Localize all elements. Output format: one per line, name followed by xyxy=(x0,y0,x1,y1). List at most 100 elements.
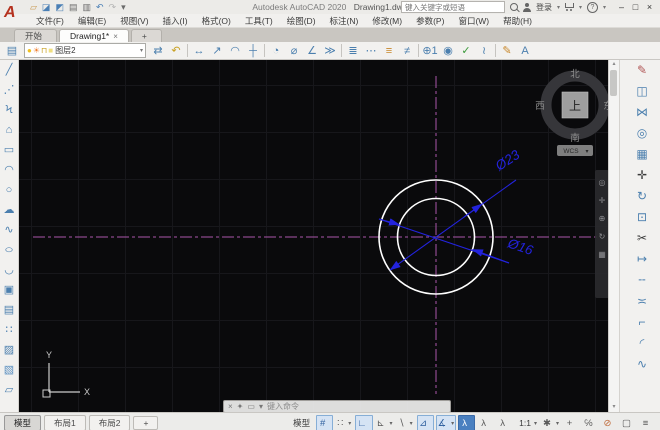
join-icon[interactable]: ≍ xyxy=(631,291,653,312)
graphics-performance-icon[interactable]: ⊘ xyxy=(601,415,618,430)
dim-linear-icon[interactable]: ↔ xyxy=(190,43,208,59)
annotation-autoscale-icon[interactable]: λ xyxy=(477,415,494,430)
redo-icon[interactable]: ↷ xyxy=(109,1,117,13)
array-icon[interactable]: ▦ xyxy=(631,144,653,165)
inspect-icon[interactable]: ✓ xyxy=(457,43,475,59)
publish-icon[interactable]: ▥ xyxy=(82,1,91,13)
plot-icon[interactable]: ▤ xyxy=(69,1,78,13)
match-layer-icon[interactable]: ⇄ xyxy=(149,43,167,59)
customize-quick-access-icon[interactable]: ▾ xyxy=(121,1,126,13)
menu-draw[interactable]: 绘图(D) xyxy=(281,15,322,27)
full-navigation-wheel-icon[interactable]: ◎ xyxy=(599,179,606,187)
canvas-scrollbar[interactable]: ▴ ▾ xyxy=(608,60,619,412)
insert-block-icon[interactable]: ▣ xyxy=(0,280,18,300)
cart-dropdown-icon[interactable]: ▾ xyxy=(579,4,582,11)
dim-angular-icon[interactable]: ∠ xyxy=(303,43,321,59)
help-search-box[interactable] xyxy=(401,1,505,13)
polyline-icon[interactable]: Ϟ xyxy=(0,100,18,120)
dim-continue-icon[interactable]: ⋯ xyxy=(362,43,380,59)
scroll-up-icon[interactable]: ▴ xyxy=(609,60,619,69)
layer-previous-icon[interactable]: ↶ xyxy=(167,43,185,59)
command-input[interactable]: 键入命令 xyxy=(267,401,299,412)
object-snap-icon[interactable]: ⊿ xyxy=(417,415,434,430)
open-icon[interactable]: ▱ xyxy=(30,1,37,13)
grid-display-icon[interactable]: # xyxy=(316,415,333,430)
menu-file[interactable]: 文件(F) xyxy=(30,15,70,27)
line-icon[interactable]: ╱ xyxy=(0,60,18,80)
command-line-close-icon[interactable]: × xyxy=(228,401,233,412)
menu-tools[interactable]: 工具(T) xyxy=(239,15,279,27)
dim-quick-icon[interactable]: ≫ xyxy=(321,43,339,59)
dim-diameter-icon[interactable]: ⌀ xyxy=(285,43,303,59)
break-icon[interactable]: ╌ xyxy=(631,270,653,291)
file-tab-close-icon[interactable]: × xyxy=(113,32,118,41)
dim-aligned-icon[interactable]: ↗ xyxy=(208,43,226,59)
dim-ordinate-icon[interactable]: ┼ xyxy=(244,43,262,59)
customization-icon[interactable]: ≡ xyxy=(639,415,656,430)
blend-curves-icon[interactable]: ∿ xyxy=(631,354,653,375)
clean-screen-icon[interactable]: ▢ xyxy=(620,415,637,430)
user-icon[interactable] xyxy=(523,3,531,12)
layout-tab-layout1[interactable]: 布局1 xyxy=(44,415,86,430)
close-button[interactable]: × xyxy=(643,1,656,13)
sign-in-button[interactable]: 登录 xyxy=(536,2,552,13)
viewcube-west-label[interactable]: 西 xyxy=(535,101,545,112)
rotate-icon[interactable]: ↻ xyxy=(631,186,653,207)
gradient-icon[interactable]: ▧ xyxy=(0,360,18,380)
arc-icon[interactable]: ◠ xyxy=(0,160,18,180)
layer-dropdown[interactable]: ●☀⊓■ 图层2 ▾ xyxy=(24,43,146,58)
annotation-visibility-icon[interactable]: λ xyxy=(458,415,475,430)
scrollbar-thumb[interactable] xyxy=(610,70,617,96)
object-snap-tracking-icon[interactable]: ∡ xyxy=(436,415,457,430)
recent-commands-icon[interactable]: ▭ xyxy=(247,401,255,412)
sign-in-dropdown-icon[interactable]: ▾ xyxy=(557,4,560,11)
viewcube-south-label[interactable]: 南 xyxy=(570,132,580,144)
drawing-canvas[interactable]: Ø23 Ø16 上 北 南 西 东 xyxy=(19,60,608,412)
viewcube[interactable]: 上 北 南 西 东 WCS ▾ xyxy=(535,69,608,156)
polygon-icon[interactable]: ⌂ xyxy=(0,120,18,140)
hatch-icon[interactable]: ▨ xyxy=(0,340,18,360)
copy-icon[interactable]: ◫ xyxy=(631,81,653,102)
center-mark-icon[interactable]: ◉ xyxy=(439,43,457,59)
orbit-icon[interactable]: ↻ xyxy=(599,233,606,241)
command-line-customize-icon[interactable]: ✦ xyxy=(237,401,244,412)
tolerance-icon[interactable]: ⊕1 xyxy=(421,43,439,59)
save-as-icon[interactable]: ◩ xyxy=(55,1,64,13)
search-icon[interactable] xyxy=(510,3,518,11)
viewcube-top-label[interactable]: 上 xyxy=(569,99,581,113)
menu-view[interactable]: 视图(V) xyxy=(114,15,154,27)
isometric-drafting-icon[interactable]: ∖ xyxy=(397,415,415,430)
snap-mode-icon[interactable]: ∷ xyxy=(335,415,353,430)
workspace-switching-icon[interactable]: ✱ xyxy=(541,415,561,430)
spline-icon[interactable]: ∿ xyxy=(0,220,18,240)
menu-insert[interactable]: 插入(I) xyxy=(157,15,194,27)
help-icon[interactable]: ? xyxy=(587,2,598,13)
file-tab-new[interactable]: + xyxy=(131,29,162,42)
layout-tab-new[interactable]: + xyxy=(133,416,158,430)
annotation-monitor-icon[interactable]: + xyxy=(563,415,580,430)
circle-icon[interactable]: ○ xyxy=(0,180,18,200)
menu-parametric[interactable]: 参数(P) xyxy=(410,15,450,27)
showmotion-icon[interactable]: ▦ xyxy=(598,251,606,259)
scroll-down-icon[interactable]: ▾ xyxy=(609,403,619,412)
dim-space-icon[interactable]: ≡ xyxy=(380,43,398,59)
dim-edit-icon[interactable]: ✎ xyxy=(498,43,516,59)
save-icon[interactable]: ◪ xyxy=(42,1,51,13)
rectangle-icon[interactable]: ▭ xyxy=(0,140,18,160)
model-space-toggle[interactable]: 模型 xyxy=(289,415,314,430)
app-store-cart-icon[interactable] xyxy=(565,3,574,11)
make-block-icon[interactable]: ▤ xyxy=(0,300,18,320)
fillet-icon[interactable]: ◜ xyxy=(631,333,653,354)
menu-dimension[interactable]: 标注(N) xyxy=(324,15,365,27)
wcs-label[interactable]: WCS xyxy=(563,148,579,155)
menu-modify[interactable]: 修改(M) xyxy=(366,15,408,27)
annotation-scale-icon[interactable]: λ xyxy=(496,415,513,430)
layout-tab-layout2[interactable]: 布局2 xyxy=(89,415,131,430)
jogged-linear-icon[interactable]: ≀ xyxy=(475,43,493,59)
viewcube-north-label[interactable]: 北 xyxy=(570,69,580,80)
annotation-scale-value[interactable]: 1:1 xyxy=(515,415,539,430)
menu-window[interactable]: 窗口(W) xyxy=(452,15,495,27)
polar-tracking-icon[interactable]: ⊾ xyxy=(375,415,395,430)
file-tab-start[interactable]: 开始 xyxy=(14,29,57,42)
recent-commands-dropdown-icon[interactable]: ▾ xyxy=(259,401,263,412)
